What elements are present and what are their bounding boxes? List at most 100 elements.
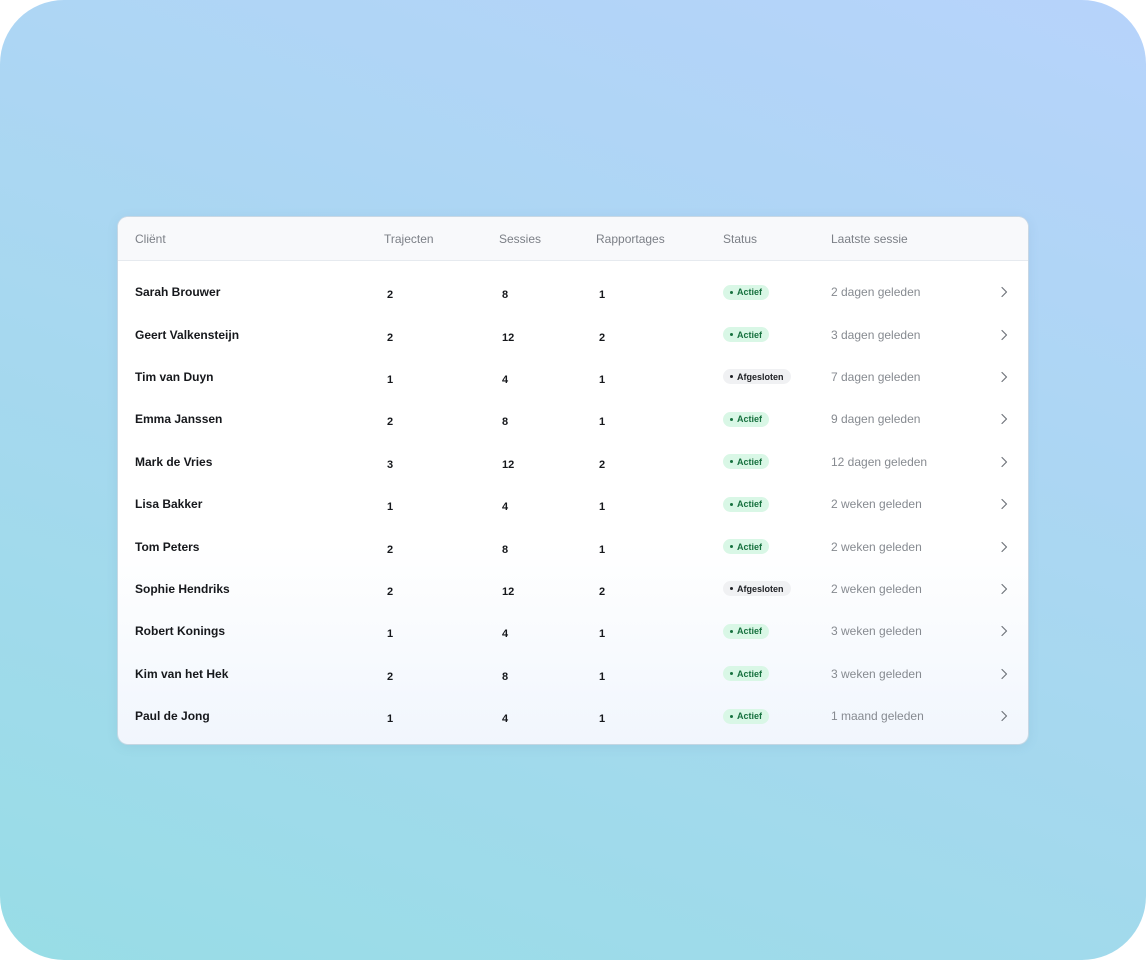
chevron-right-icon[interactable] [998,441,1010,483]
chevron-right-icon[interactable] [998,398,1010,440]
trajecten-count: 2 [387,416,394,429]
status-badge: Actief [723,496,770,512]
status-label: Afgesloten [737,583,784,594]
laatste-sessie: 2 weken geleden [831,497,922,512]
rapportages-count: 1 [599,670,606,683]
trajecten-count: 1 [387,501,394,514]
laatste-sessie: 1 maand geleden [831,709,924,724]
status-badge: Actief [723,623,770,639]
laatste-sessie: 2 dagen geleden [831,285,921,300]
trajecten-count: 1 [387,628,394,641]
table-row[interactable]: Tom Peters 2 8 1 Actief 2 weken geleden [118,525,1028,567]
client-name: Kim van het Hek [135,666,229,681]
status-badge: Actief [723,454,770,470]
column-header-client[interactable]: Cliënt [135,217,166,260]
rapportages-count: 1 [599,628,606,641]
table-body: Sarah Brouwer 2 8 1 Actief 2 dagen geled… [118,261,1028,737]
rapportages-count: 2 [599,331,606,344]
status-badge: Actief [723,284,770,300]
chevron-right-icon[interactable] [998,356,1010,398]
status-label: Actief [737,414,763,425]
table-row[interactable]: Geert Valkensteijn 2 12 2 Actief 3 dagen… [118,313,1028,355]
laatste-sessie: 3 weken geleden [831,666,922,681]
laatste-sessie: 3 weken geleden [831,624,922,639]
client-name: Lisa Bakker [135,497,203,512]
trajecten-count: 2 [387,670,394,683]
status-badge: Actief [723,327,770,343]
table-row[interactable]: Kim van het Hek 2 8 1 Actief 3 weken gel… [118,653,1028,695]
client-name: Robert Konings [135,624,225,639]
table-row[interactable]: Emma Janssen 2 8 1 Actief 9 dagen gelede… [118,398,1028,440]
rapportages-count: 2 [599,458,606,471]
client-name: Emma Janssen [135,412,223,427]
dot-icon [730,460,733,464]
rapportages-count: 1 [599,543,606,556]
chevron-right-icon[interactable] [998,653,1010,695]
laatste-sessie: 3 dagen geleden [831,327,921,342]
sessies-count: 8 [502,416,509,429]
status-badge: Actief [723,666,770,682]
table-header: Cliënt Trajecten Sessies Rapportages Sta… [118,217,1028,261]
laatste-sessie: 2 weken geleden [831,581,922,596]
status-cell: Actief [723,525,770,567]
chevron-right-icon[interactable] [998,568,1010,610]
laatste-sessie: 7 dagen geleden [831,369,921,384]
client-name: Mark de Vries [135,454,213,469]
column-header-rapportages[interactable]: Rapportages [596,217,665,260]
sessies-count: 12 [502,458,515,471]
dot-icon [730,290,733,294]
status-badge: Actief [723,539,770,555]
status-label: Actief [737,668,763,679]
dot-icon [730,629,733,633]
table-row[interactable]: Robert Konings 1 4 1 Actief 3 weken gele… [118,610,1028,652]
table-row[interactable]: Tim van Duyn 1 4 1 Afgesloten 7 dagen ge… [118,356,1028,398]
sessies-count: 12 [502,585,515,598]
table-row[interactable]: Sarah Brouwer 2 8 1 Actief 2 dagen geled… [118,271,1028,313]
trajecten-count: 2 [387,585,394,598]
chevron-right-icon[interactable] [998,695,1010,737]
chevron-right-icon[interactable] [998,483,1010,525]
column-header-trajecten[interactable]: Trajecten [384,217,434,260]
chevron-right-icon[interactable] [998,271,1010,313]
status-badge: Actief [723,411,770,427]
status-cell: Actief [723,313,770,355]
rapportages-count: 1 [599,373,606,386]
chevron-right-icon[interactable] [998,313,1010,355]
chevron-right-icon[interactable] [998,610,1010,652]
table-row[interactable]: Sophie Hendriks 2 12 2 Afgesloten 2 weke… [118,568,1028,610]
status-badge: Afgesloten [723,581,791,597]
page-background: Cliënt Trajecten Sessies Rapportages Sta… [0,0,1146,960]
rapportages-count: 1 [599,416,606,429]
trajecten-count: 1 [387,373,394,386]
status-label: Actief [737,287,763,298]
client-name: Paul de Jong [135,709,210,724]
status-cell: Afgesloten [723,356,791,398]
table-row[interactable]: Mark de Vries 3 12 2 Actief 12 dagen gel… [118,441,1028,483]
dot-icon [730,417,733,421]
dot-icon [730,587,733,591]
status-cell: Afgesloten [723,568,791,610]
dot-icon [730,333,733,337]
status-label: Afgesloten [737,371,784,382]
sessies-count: 4 [502,501,509,514]
rapportages-count: 1 [599,713,606,726]
sessies-count: 4 [502,628,509,641]
sessies-count: 4 [502,373,509,386]
status-label: Actief [737,711,763,722]
clients-table-card: Cliënt Trajecten Sessies Rapportages Sta… [118,217,1028,744]
table-row[interactable]: Paul de Jong 1 4 1 Actief 1 maand gelede… [118,695,1028,737]
column-header-laatste-sessie[interactable]: Laatste sessie [831,217,908,260]
table-row[interactable]: Lisa Bakker 1 4 1 Actief 2 weken geleden [118,483,1028,525]
column-header-status[interactable]: Status [723,217,757,260]
column-header-sessies[interactable]: Sessies [499,217,541,260]
rapportages-count: 2 [599,585,606,598]
client-name: Sarah Brouwer [135,285,221,300]
rapportages-count: 1 [599,289,606,302]
trajecten-count: 2 [387,289,394,302]
status-cell: Actief [723,271,770,313]
trajecten-count: 2 [387,543,394,556]
sessies-count: 8 [502,670,509,683]
status-cell: Actief [723,695,770,737]
chevron-right-icon[interactable] [998,525,1010,567]
status-badge: Afgesloten [723,369,791,385]
